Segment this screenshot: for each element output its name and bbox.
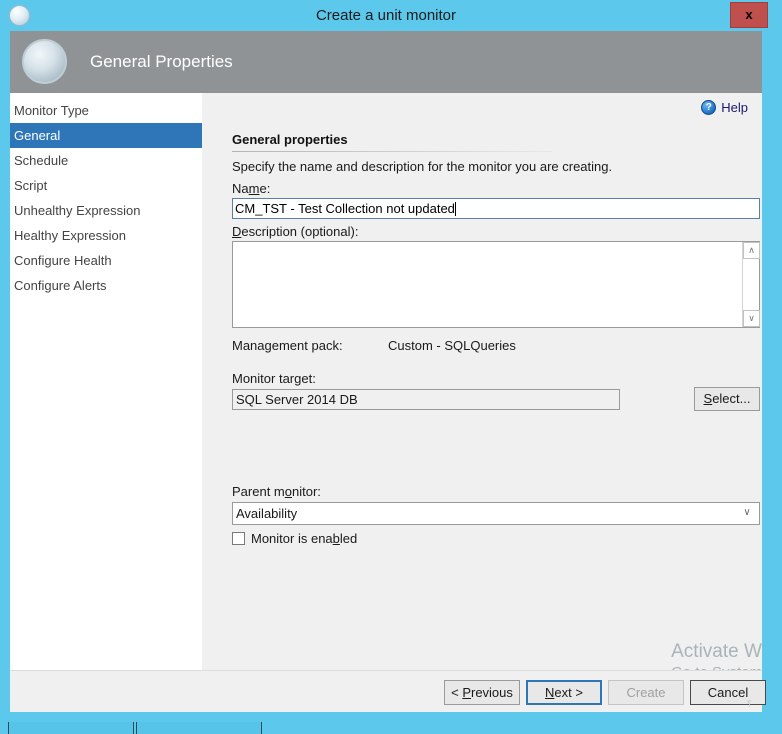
dialog-footer: < Previous Next > Create Cancel ⸮ bbox=[10, 670, 766, 712]
parent-monitor-dropdown[interactable]: Availability ∨ bbox=[232, 502, 760, 525]
parent-monitor-value: Availability bbox=[236, 506, 298, 521]
page-banner: General Properties bbox=[10, 31, 762, 93]
description-box: ∧ ∨ bbox=[232, 241, 760, 328]
help-link[interactable]: ? Help bbox=[701, 100, 748, 115]
taskbar bbox=[0, 720, 782, 734]
select-button[interactable]: Select... bbox=[694, 387, 760, 411]
description-scrollbar[interactable]: ∧ ∨ bbox=[742, 242, 760, 327]
close-icon[interactable]: x bbox=[730, 2, 768, 28]
sidebar-item-schedule[interactable]: Schedule bbox=[10, 148, 202, 173]
wizard-sidebar: Monitor Type General Schedule Script Unh… bbox=[10, 93, 202, 670]
sidebar-item-healthy-expression[interactable]: Healthy Expression bbox=[10, 223, 202, 248]
text-caret bbox=[454, 202, 456, 216]
name-input-value: CM_TST - Test Collection not updated bbox=[235, 201, 455, 216]
intro-text: Specify the name and description for the… bbox=[232, 159, 613, 174]
circle-orb-icon bbox=[22, 39, 67, 84]
next-button[interactable]: Next > bbox=[526, 680, 602, 705]
sidebar-item-script[interactable]: Script bbox=[10, 173, 202, 198]
chevron-down-icon: ∨ bbox=[743, 507, 751, 518]
name-label: Name: bbox=[232, 181, 271, 196]
section-divider bbox=[232, 151, 552, 152]
window-title: Create a unit monitor bbox=[315, 7, 457, 24]
sidebar-item-general[interactable]: General bbox=[10, 123, 202, 148]
create-button: Create bbox=[608, 680, 684, 705]
monitor-target-label: Monitor target: bbox=[232, 371, 316, 386]
resize-grip-icon[interactable]: ⸮ bbox=[747, 698, 759, 710]
name-input[interactable]: CM_TST - Test Collection not updated bbox=[232, 198, 760, 219]
dialog-body: Monitor Type General Schedule Script Unh… bbox=[10, 93, 762, 670]
monitor-target-field: SQL Server 2014 DB bbox=[232, 389, 620, 410]
create-unit-monitor-window: Create a unit monitor x General Properti… bbox=[0, 0, 772, 722]
description-label: Description (optional): bbox=[232, 224, 359, 239]
monitor-enabled-label: Monitor is enabled bbox=[251, 531, 358, 546]
previous-button[interactable]: < Previous bbox=[444, 680, 520, 705]
description-textarea[interactable] bbox=[233, 242, 741, 327]
title-bar: Create a unit monitor x bbox=[0, 0, 772, 31]
chevron-down-icon[interactable]: ∨ bbox=[743, 310, 760, 327]
question-mark-icon: ? bbox=[701, 100, 717, 115]
desktop-background: Create a unit monitor x General Properti… bbox=[0, 0, 782, 734]
taskbar-button-1[interactable] bbox=[8, 720, 134, 734]
checkbox-box-icon[interactable] bbox=[232, 532, 245, 545]
help-label: Help bbox=[721, 100, 748, 115]
parent-monitor-label: Parent monitor: bbox=[232, 484, 321, 499]
section-title: General properties bbox=[232, 132, 348, 147]
taskbar-button-2[interactable] bbox=[136, 720, 262, 734]
sidebar-item-unhealthy-expression[interactable]: Unhealthy Expression bbox=[10, 198, 202, 223]
monitor-enabled-checkbox[interactable]: Monitor is enabled bbox=[232, 531, 357, 546]
main-content: ? Help General properties Specify the na… bbox=[202, 93, 762, 670]
management-pack-label: Management pack: bbox=[232, 338, 343, 353]
sidebar-item-monitor-type[interactable]: Monitor Type bbox=[10, 98, 202, 123]
chevron-up-icon[interactable]: ∧ bbox=[743, 242, 760, 259]
sidebar-item-configure-alerts[interactable]: Configure Alerts bbox=[10, 273, 202, 298]
management-pack-value: Custom - SQLQueries bbox=[388, 338, 516, 353]
sidebar-item-configure-health[interactable]: Configure Health bbox=[10, 248, 202, 273]
page-title: General Properties bbox=[90, 52, 233, 71]
